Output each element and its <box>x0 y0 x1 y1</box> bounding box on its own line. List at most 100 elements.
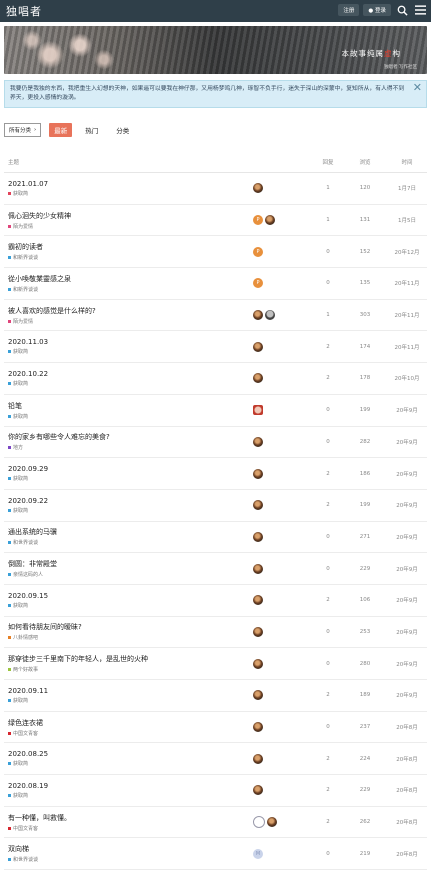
avatar[interactable] <box>253 753 263 764</box>
avatar[interactable] <box>267 817 277 828</box>
table-row[interactable]: 如何看待朋友间的暧昧? 八卦情感吧 0 253 20年9月 <box>4 617 427 649</box>
category-dropdown[interactable]: 所有分类 › <box>4 123 42 137</box>
avatar[interactable] <box>253 500 263 511</box>
close-icon[interactable]: ✕ <box>413 82 422 93</box>
table-row[interactable]: 你的家乡有哪些令人难忘的美食? 地方 0 282 20年9月 <box>4 427 427 459</box>
topic-title[interactable]: 2020.09.22 <box>8 497 253 505</box>
topic-category[interactable]: 地方 <box>8 444 253 451</box>
activity-time[interactable]: 20年9月 <box>387 628 427 636</box>
table-row[interactable]: 双向梯 和世界谈谈 M 0 219 20年8月 <box>4 838 427 870</box>
tab-hot[interactable]: 热门 <box>80 123 103 137</box>
avatar[interactable] <box>253 405 263 416</box>
table-row[interactable]: 霸初的读者 和新界谈谈 P 0 152 20年12月 <box>4 236 427 269</box>
table-row[interactable]: 那穿徒步三千里南下的年轻人，是乱世的火种 两个好故事 0 280 20年9月 <box>4 648 427 680</box>
avatar[interactable] <box>253 690 263 701</box>
topic-category[interactable]: 八卦情感吧 <box>8 634 253 641</box>
topic-title[interactable]: 2020.11.03 <box>8 338 253 346</box>
activity-time[interactable]: 20年8月 <box>387 850 427 858</box>
table-row[interactable]: 2020.11.03 获取简 2 174 20年11月 <box>4 331 427 364</box>
activity-time[interactable]: 20年9月 <box>387 565 427 573</box>
table-row[interactable]: 有一种懂，叫救懂。 中国文青客 2 262 20年8月 <box>4 807 427 839</box>
table-row[interactable]: 2020.08.25 获取简 2 224 20年8月 <box>4 743 427 776</box>
topic-title[interactable]: 如何看待朋友间的暧昧? <box>8 622 253 632</box>
topic-category[interactable]: 两个好故事 <box>8 666 253 673</box>
header-activity[interactable]: 时间 <box>387 158 427 166</box>
table-row[interactable]: 被人喜欢的感觉是什么样的? 陌为爱情 1 303 20年11月 <box>4 300 427 332</box>
activity-time[interactable]: 20年9月 <box>387 438 427 446</box>
topic-title[interactable]: 2021.01.07 <box>8 180 253 188</box>
activity-time[interactable]: 20年12月 <box>387 248 427 256</box>
topic-category[interactable]: 和世界谈谈 <box>8 856 253 863</box>
topic-category[interactable]: 获取简 <box>8 475 253 482</box>
topic-title[interactable]: 2020.09.11 <box>8 687 253 695</box>
avatar[interactable] <box>253 183 263 194</box>
activity-time[interactable]: 20年10月 <box>387 374 427 382</box>
topic-category[interactable]: 获取简 <box>8 190 253 197</box>
avatar[interactable] <box>253 658 263 669</box>
activity-time[interactable]: 20年9月 <box>387 596 427 604</box>
topic-title[interactable]: 有一种懂，叫救懂。 <box>8 813 253 823</box>
topic-title[interactable]: 2020.08.25 <box>8 750 253 758</box>
table-row[interactable]: 2020.10.22 获取简 2 178 20年10月 <box>4 363 427 395</box>
topic-title[interactable]: 2020.08.19 <box>8 782 253 790</box>
avatar[interactable] <box>265 215 275 226</box>
activity-time[interactable]: 20年9月 <box>387 406 427 414</box>
site-logo[interactable]: 独唱者 <box>6 3 42 19</box>
avatar[interactable] <box>253 626 263 637</box>
topic-title[interactable]: 被人喜欢的感觉是什么样的? <box>8 306 253 316</box>
topic-category[interactable]: 获取简 <box>8 697 253 704</box>
avatar[interactable] <box>265 310 275 321</box>
topic-category[interactable]: 陌为爱情 <box>8 318 253 325</box>
topic-title[interactable]: 佩心洄失的少女精神 <box>8 211 253 221</box>
activity-time[interactable]: 20年9月 <box>387 660 427 668</box>
topic-title[interactable]: 通出系统的马骥 <box>8 527 253 537</box>
table-row[interactable]: 2020.08.19 获取简 2 229 20年8月 <box>4 775 427 807</box>
activity-time[interactable]: 20年9月 <box>387 691 427 699</box>
table-row[interactable]: 2020.09.11 获取简 2 189 20年9月 <box>4 680 427 712</box>
signup-button[interactable]: 注册 <box>338 4 360 16</box>
avatar[interactable]: P <box>253 278 263 289</box>
avatar[interactable]: P <box>253 215 263 226</box>
table-row[interactable]: 倒圆：非常殿堂 亲情这码的人 0 229 20年9月 <box>4 553 427 585</box>
topic-category[interactable]: 亲情这码的人 <box>8 571 253 578</box>
table-row[interactable]: 通出系统的马骥 和世界谈谈 0 271 20年9月 <box>4 522 427 554</box>
topic-category[interactable]: 获取简 <box>8 760 253 767</box>
topic-title[interactable]: 你的家乡有哪些令人难忘的美食? <box>8 432 253 442</box>
login-button[interactable]: ● 登录 <box>363 4 391 16</box>
topic-category[interactable]: 和新界谈谈 <box>8 254 253 261</box>
table-row[interactable]: 佩心洄失的少女精神 陌为爱情 P 1 131 1月5日 <box>4 205 427 237</box>
topic-title[interactable]: 霸初的读者 <box>8 242 253 252</box>
avatar[interactable] <box>253 531 263 542</box>
topic-category[interactable]: 和新界谈谈 <box>8 286 253 293</box>
topic-category[interactable]: 和世界谈谈 <box>8 539 253 546</box>
activity-time[interactable]: 20年9月 <box>387 470 427 478</box>
search-icon[interactable] <box>395 3 409 17</box>
topic-category[interactable]: 中国文青客 <box>8 825 253 832</box>
topic-title[interactable]: 那穿徒步三千里南下的年轻人，是乱世的火种 <box>8 654 253 664</box>
avatar[interactable] <box>253 341 263 352</box>
topic-title[interactable]: 绿色连衣裙 <box>8 718 253 728</box>
table-row[interactable]: 2020.09.22 获取简 2 199 20年9月 <box>4 490 427 522</box>
topic-category[interactable]: 获取简 <box>8 380 253 387</box>
table-row[interactable]: 2020.09.29 获取简 2 186 20年9月 <box>4 458 427 490</box>
header-views[interactable]: 浏览 <box>343 158 387 166</box>
avatar[interactable] <box>253 595 263 606</box>
activity-time[interactable]: 20年11月 <box>387 311 427 319</box>
topic-category[interactable]: 获取简 <box>8 602 253 609</box>
topic-title[interactable]: 双向梯 <box>8 844 253 854</box>
topic-category[interactable]: 获取简 <box>8 348 253 355</box>
table-row[interactable]: 铅笔 获取简 0 199 20年9月 <box>4 395 427 427</box>
avatar[interactable]: P <box>253 246 263 257</box>
table-row[interactable]: 從小喚敬業靈感之泉 和新界谈谈 P 0 135 20年11月 <box>4 268 427 300</box>
activity-time[interactable]: 20年9月 <box>387 501 427 509</box>
avatar[interactable]: M <box>253 848 263 859</box>
activity-time[interactable]: 20年8月 <box>387 723 427 731</box>
activity-time[interactable]: 1月7日 <box>387 184 427 192</box>
topic-title[interactable]: 2020.10.22 <box>8 370 253 378</box>
menu-icon[interactable] <box>413 3 427 17</box>
table-row[interactable]: 2020.09.15 获取简 2 106 20年9月 <box>4 585 427 617</box>
topic-category[interactable]: 中国文青客 <box>8 730 253 737</box>
topic-category[interactable]: 获取简 <box>8 792 253 799</box>
avatar[interactable] <box>253 722 263 733</box>
topic-title[interactable]: 倒圆：非常殿堂 <box>8 559 253 569</box>
